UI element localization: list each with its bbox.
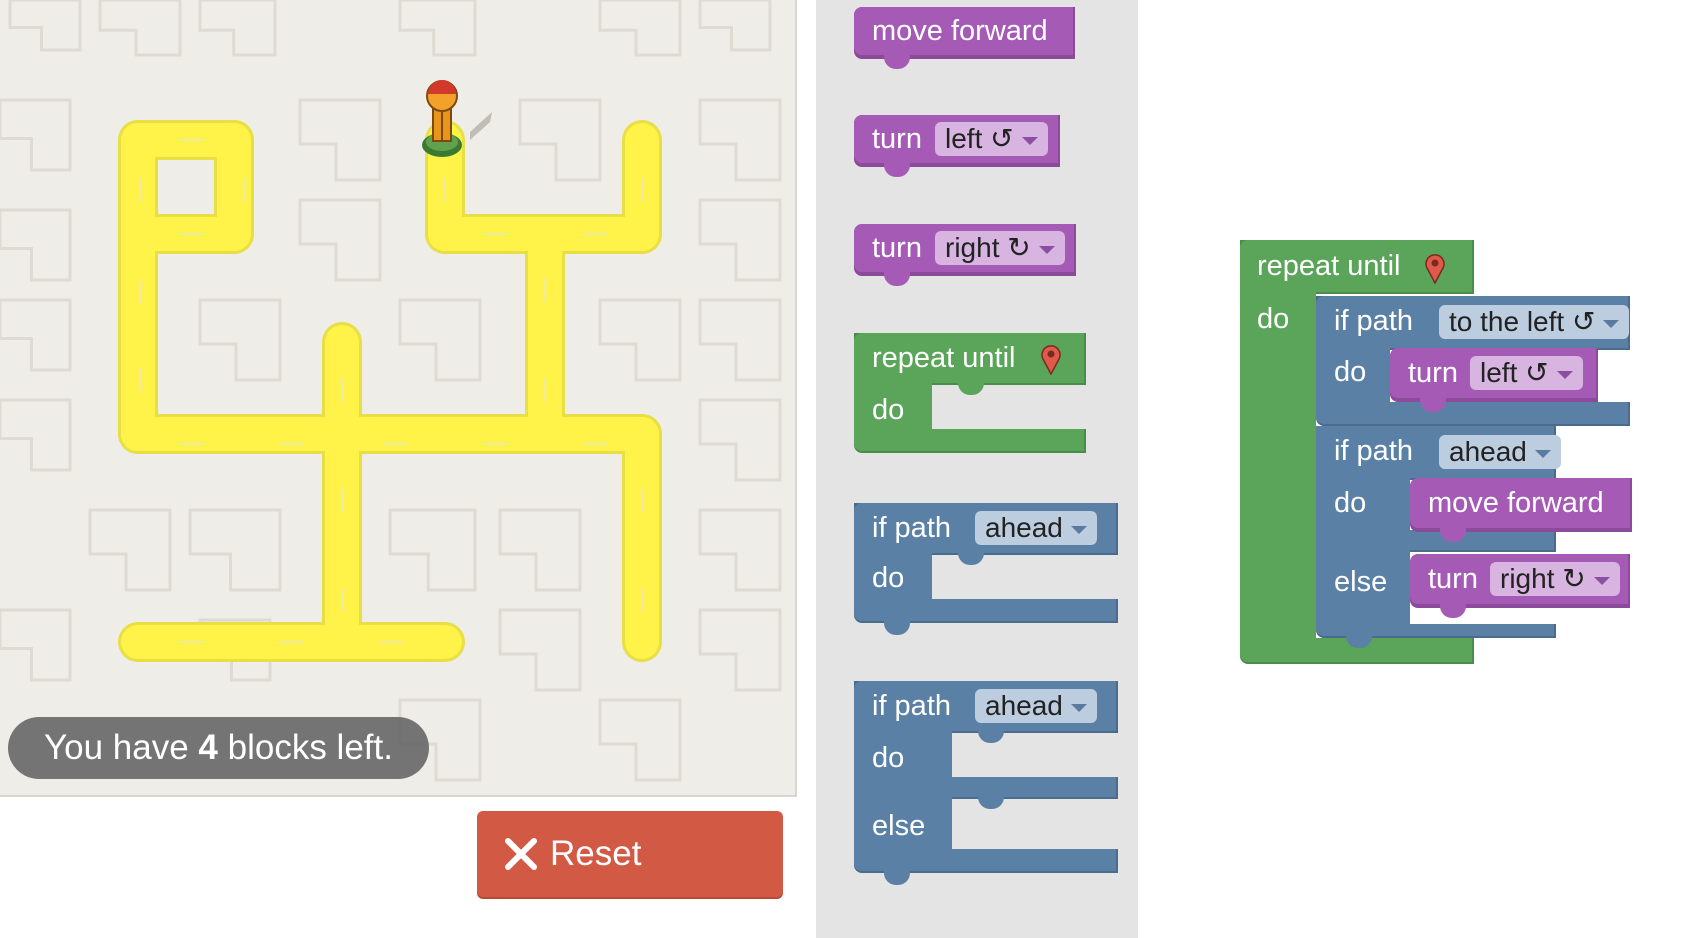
do-label: do <box>872 742 905 774</box>
chevron-down-icon <box>1603 319 1620 328</box>
map-marker-icon <box>1425 254 1445 284</box>
repeat-until-label: repeat until <box>872 342 1016 374</box>
blocks-toolbox: move forward turn left ↺ turn right ↻ re… <box>816 0 1138 938</box>
chevron-down-icon <box>1021 136 1038 145</box>
chevron-down-icon <box>1038 245 1055 254</box>
if-path-label: if path <box>872 690 951 722</box>
turn-label: turn <box>872 232 922 264</box>
blocks-left-count: 4 <box>198 728 218 767</box>
turn-direction-dropdown[interactable]: right ↻ <box>1490 562 1620 596</box>
chevron-down-icon <box>1070 703 1087 712</box>
program-repeat-until-block[interactable]: repeat until do if path to the left ↺ do… <box>1240 240 1632 664</box>
turn-direction-dropdown[interactable]: right ↻ <box>935 231 1065 265</box>
blocks-left-status: You have 4 blocks left. <box>8 717 429 779</box>
path-direction-dropdown[interactable]: ahead <box>975 511 1097 545</box>
do-label: do <box>872 394 905 426</box>
if-path-label: if path <box>1334 305 1413 337</box>
do-label: do <box>1334 356 1367 388</box>
status-prefix: You have <box>44 728 199 767</box>
if-path-label: if path <box>1334 435 1413 467</box>
map-marker-icon <box>1041 345 1061 375</box>
dropdown-value: to the left ↺ <box>1449 306 1596 337</box>
chevron-down-icon <box>1070 525 1087 534</box>
if-path-label: if path <box>872 512 951 544</box>
chevron-down-icon <box>1593 576 1610 585</box>
dropdown-value: ahead <box>1449 436 1527 467</box>
x-icon <box>505 838 537 870</box>
reset-button[interactable]: Reset <box>477 811 783 897</box>
program-workspace: repeat until do if path to the left ↺ do… <box>1138 0 1702 938</box>
toolbox-if-path-block[interactable]: if path ahead do <box>854 503 1118 635</box>
turn-direction-dropdown[interactable]: left ↺ <box>1470 356 1583 390</box>
reset-label: Reset <box>550 834 642 873</box>
chevron-down-icon <box>1534 449 1551 458</box>
turn-label: turn <box>872 123 922 155</box>
else-label: else <box>1334 566 1388 598</box>
dropdown-value: left ↺ <box>1480 357 1549 388</box>
toolbox-if-else-path-block[interactable]: if path ahead do else <box>854 681 1118 885</box>
toolbox-repeat-until-block[interactable]: repeat until do <box>854 333 1086 455</box>
else-label: else <box>872 810 926 842</box>
move-forward-label: move forward <box>872 15 1048 47</box>
path-direction-dropdown[interactable]: ahead <box>1439 435 1561 469</box>
turn-label: turn <box>1408 357 1458 389</box>
repeat-until-label: repeat until <box>1257 250 1401 282</box>
dropdown-value: ahead <box>985 512 1063 543</box>
toolbox-turn-left-block[interactable]: turn left ↺ <box>854 115 1060 177</box>
dropdown-value: left ↺ <box>945 123 1014 154</box>
move-forward-label: move forward <box>1428 487 1604 519</box>
toolbox-move-forward-block[interactable]: move forward <box>854 7 1075 69</box>
dropdown-value: right ↻ <box>945 232 1031 263</box>
dropdown-value: right ↻ <box>1500 563 1586 594</box>
do-label: do <box>872 562 905 594</box>
turn-label: turn <box>1428 563 1478 595</box>
maze-panel: You have 4 blocks left. <box>0 0 797 797</box>
maze-board <box>0 0 797 797</box>
dropdown-value: ahead <box>985 690 1063 721</box>
path-direction-dropdown[interactable]: to the left ↺ <box>1439 305 1630 339</box>
toolbox-turn-right-block[interactable]: turn right ↻ <box>854 224 1076 286</box>
turn-direction-dropdown[interactable]: left ↺ <box>935 122 1048 156</box>
do-label: do <box>1257 303 1290 335</box>
do-label: do <box>1334 487 1367 519</box>
path-direction-dropdown[interactable]: ahead <box>975 689 1097 723</box>
status-suffix: blocks left. <box>217 728 393 767</box>
chevron-down-icon <box>1556 370 1573 379</box>
